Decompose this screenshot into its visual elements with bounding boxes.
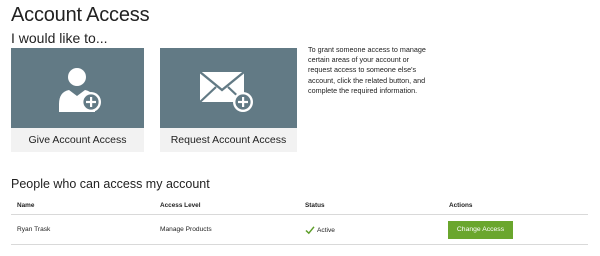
envelope-add-icon xyxy=(199,71,253,112)
checkmark-icon xyxy=(305,226,315,235)
give-account-access-label: Give Account Access xyxy=(28,134,127,146)
person-name: Ryan Trask xyxy=(17,226,51,233)
people-section-title: People who can access my account xyxy=(11,177,210,191)
request-access-art xyxy=(160,48,297,128)
status-value: Active xyxy=(317,226,335,234)
request-account-access-card[interactable]: Request Account Access xyxy=(160,48,297,152)
table-row-divider xyxy=(11,244,588,245)
change-access-button[interactable]: Change Access xyxy=(448,221,513,239)
access-level-value: Manage Products xyxy=(160,226,212,233)
give-access-art xyxy=(11,48,144,128)
user-add-icon xyxy=(59,68,101,112)
column-header-name: Name xyxy=(17,202,35,209)
status-badge: Active xyxy=(305,224,335,236)
column-header-access-level: Access Level xyxy=(160,202,201,209)
table-header-divider xyxy=(11,214,588,215)
page-subtitle: I would like to... xyxy=(11,30,108,46)
request-account-access-label: Request Account Access xyxy=(170,134,287,146)
page-title: Account Access xyxy=(11,4,150,26)
access-info-text: To grant someone access to manage certai… xyxy=(308,45,426,95)
give-account-access-card[interactable]: Give Account Access xyxy=(11,48,144,152)
column-header-status: Status xyxy=(305,202,325,209)
column-header-actions: Actions xyxy=(449,202,473,209)
